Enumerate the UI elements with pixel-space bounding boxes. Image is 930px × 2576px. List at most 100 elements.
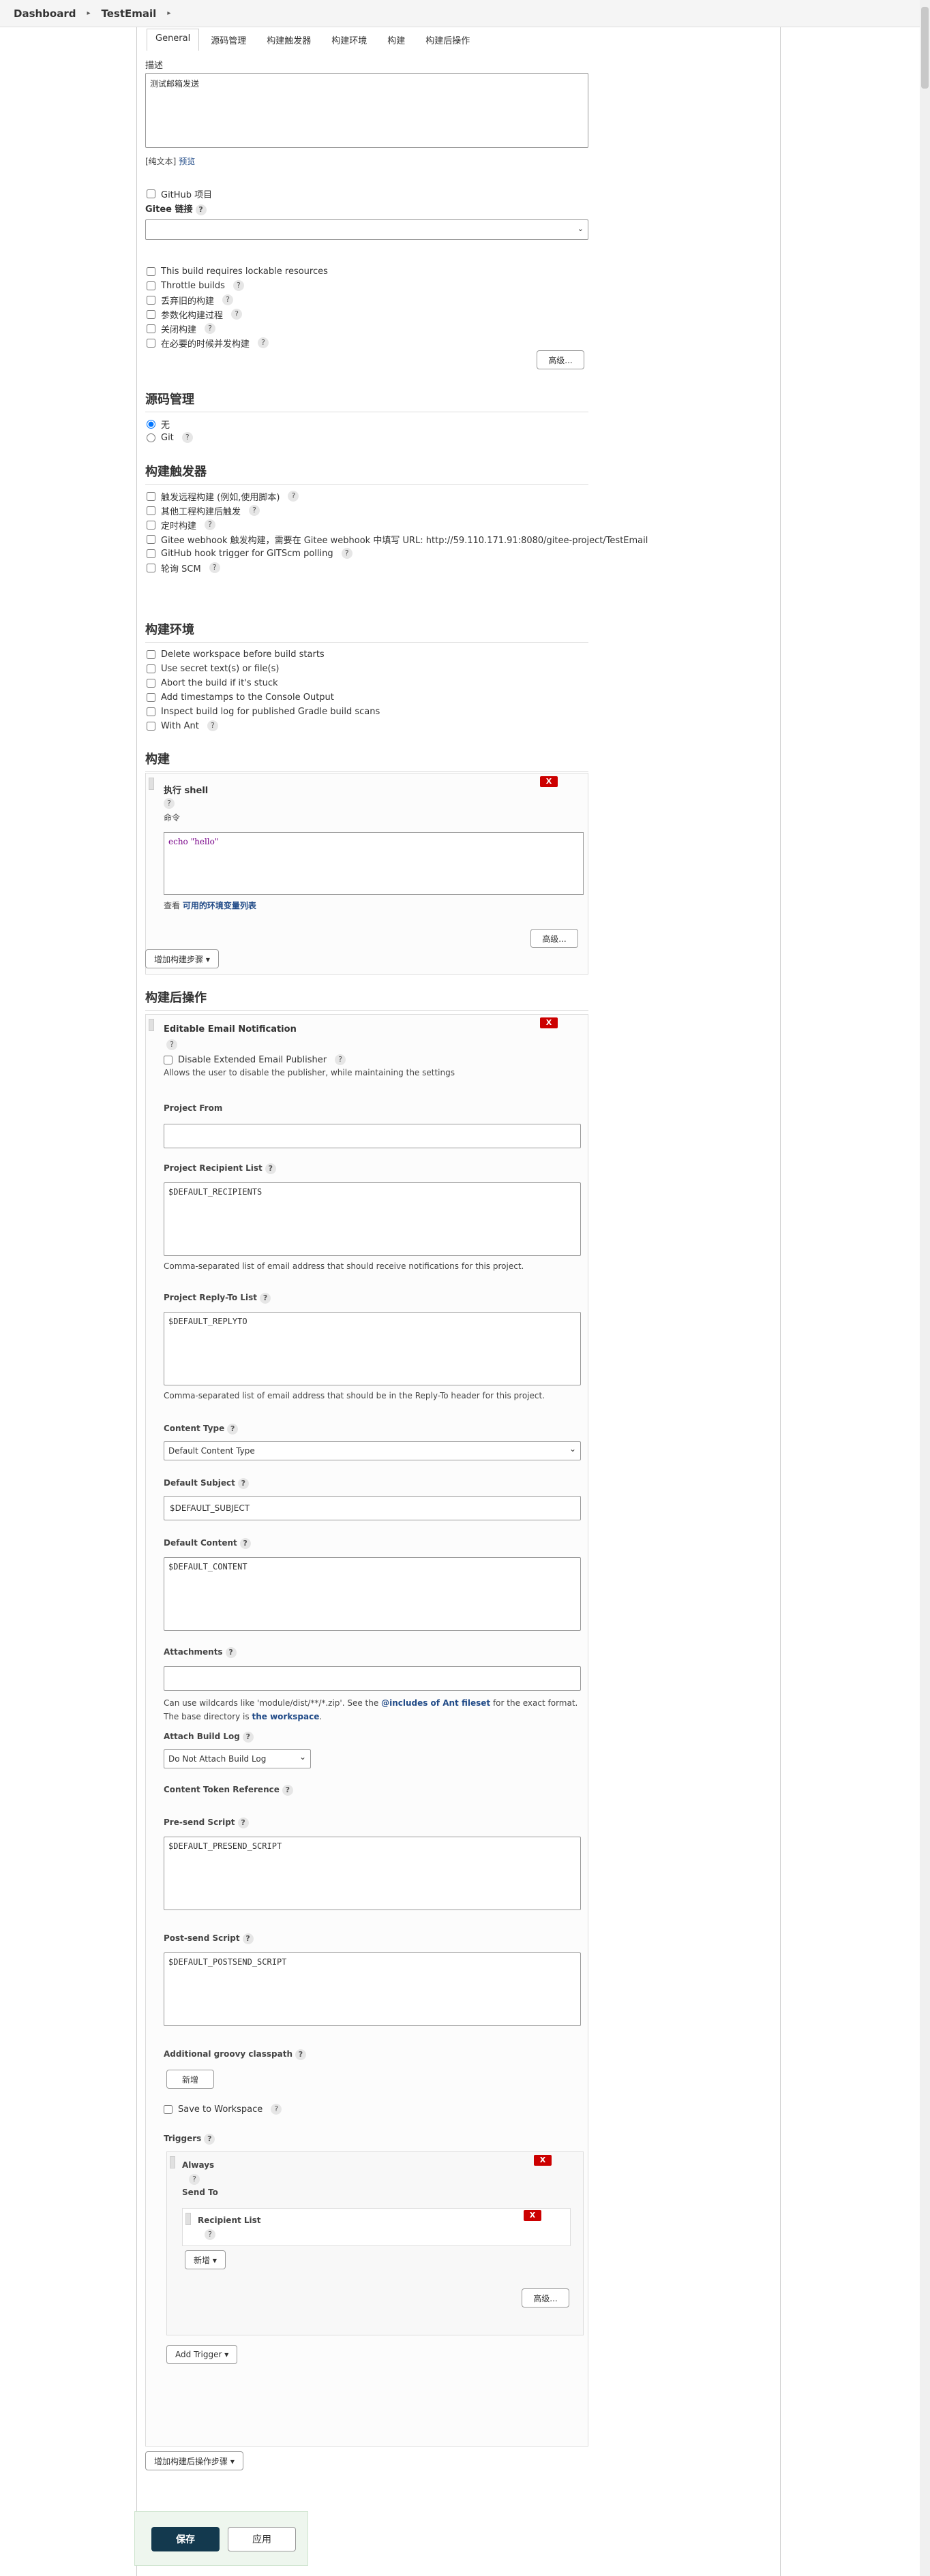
drag-handle[interactable] [185, 2213, 191, 2225]
add-post-step-button[interactable]: 增加构建后操作步骤 ▾ [145, 2451, 243, 2470]
help-icon[interactable]: ? [237, 1818, 249, 1828]
breadcrumb-chevron-icon[interactable]: ▸ [87, 10, 90, 17]
trigger-gitee-checkbox[interactable] [147, 534, 155, 544]
tab-scm[interactable]: 源码管理 [202, 29, 255, 51]
delete-step-button[interactable]: X [540, 776, 558, 787]
help-icon[interactable]: ? [265, 1163, 276, 1174]
drag-handle[interactable] [149, 778, 154, 790]
env-timestamps-checkbox[interactable] [147, 692, 155, 702]
trigger-scm-poll-checkbox[interactable] [147, 563, 155, 572]
help-icon[interactable]: ? [341, 548, 352, 559]
save-workspace-checkbox[interactable] [164, 2104, 172, 2114]
help-icon[interactable]: ? [282, 1785, 293, 1796]
parameterized-build-checkbox[interactable] [147, 309, 155, 319]
recipient-textarea[interactable]: $DEFAULT_RECIPIENTS [164, 1182, 581, 1256]
add-build-step-button[interactable]: 增加构建步骤 ▾ [145, 949, 219, 968]
scm-git-radio[interactable] [147, 433, 155, 442]
general-advanced-button[interactable]: 高级... [537, 350, 584, 369]
trigger-upstream-checkbox[interactable] [147, 506, 155, 515]
help-icon[interactable]: ? [242, 1732, 254, 1743]
tab-build[interactable]: 构建 [378, 29, 414, 51]
description-textarea[interactable]: 测试邮箱发送 [145, 73, 588, 148]
help-icon[interactable]: ? [205, 519, 216, 530]
help-icon[interactable]: ? [204, 2134, 215, 2145]
help-icon[interactable]: ? [205, 323, 216, 334]
presend-textarea[interactable]: $DEFAULT_PRESEND_SCRIPT [164, 1837, 581, 1910]
add-sendto-button[interactable]: 新增 ▾ [185, 2250, 226, 2269]
delete-trigger-button[interactable]: X [534, 2155, 552, 2166]
env-gradle-checkbox[interactable] [147, 707, 155, 716]
env-ant-checkbox[interactable] [147, 721, 155, 731]
tab-env[interactable]: 构建环境 [322, 29, 376, 51]
trigger-cron-checkbox[interactable] [147, 520, 155, 530]
attach-log-select[interactable]: Do Not Attach Build Log ⌄ [164, 1749, 311, 1768]
delete-post-step-button[interactable]: X [540, 1017, 558, 1028]
help-icon[interactable]: ? [242, 1933, 254, 1944]
env-vars-link[interactable]: 可用的环境变量列表 [183, 901, 256, 910]
trigger-remote-checkbox[interactable] [147, 491, 155, 501]
command-editor[interactable]: echo "hello" [164, 832, 584, 895]
ant-fileset-link[interactable]: @includes of Ant fileset [381, 1698, 490, 1708]
help-icon[interactable]: ? [231, 309, 243, 320]
build-advanced-button[interactable]: 高级... [530, 929, 578, 948]
scm-none-radio[interactable] [147, 419, 155, 429]
gitee-link-select[interactable]: ⌄ [145, 219, 588, 240]
env-secret-checkbox[interactable] [147, 664, 155, 673]
concurrent-build-checkbox[interactable] [147, 338, 155, 348]
help-icon[interactable]: ? [209, 562, 220, 573]
help-icon[interactable]: ? [189, 2174, 200, 2185]
workspace-link[interactable]: the workspace [252, 1712, 319, 1721]
help-icon[interactable]: ? [335, 1054, 346, 1065]
content-type-select[interactable]: Default Content Type ⌄ [164, 1441, 581, 1460]
breadcrumb-job[interactable]: TestEmail [102, 7, 157, 20]
help-icon[interactable]: ? [181, 432, 193, 443]
help-icon[interactable]: ? [271, 2104, 282, 2115]
trigger-github-checkbox[interactable] [147, 549, 155, 558]
lockable-resources-checkbox[interactable] [147, 266, 155, 276]
help-icon[interactable]: ? [225, 1647, 237, 1658]
help-icon[interactable]: ? [166, 1039, 177, 1050]
replyto-textarea[interactable]: $DEFAULT_REPLYTO [164, 1312, 581, 1385]
help-icon[interactable]: ? [260, 1293, 271, 1304]
scrollbar-thumb[interactable] [921, 7, 929, 89]
project-from-input[interactable] [164, 1124, 581, 1148]
help-icon[interactable]: ? [232, 280, 244, 291]
add-classpath-button[interactable]: 新增 [166, 2070, 214, 2089]
postsend-textarea[interactable]: $DEFAULT_POSTSEND_SCRIPT [164, 1952, 581, 2026]
tab-triggers[interactable]: 构建触发器 [258, 29, 320, 51]
help-icon[interactable]: ? [237, 1478, 249, 1489]
env-abort-stuck-checkbox[interactable] [147, 678, 155, 688]
drag-handle[interactable] [170, 2156, 175, 2168]
env-delete-ws-checkbox[interactable] [147, 649, 155, 659]
content-textarea[interactable]: $DEFAULT_CONTENT [164, 1557, 581, 1631]
trigger-advanced-button[interactable]: 高级... [522, 2288, 569, 2307]
attachments-input[interactable] [164, 1666, 581, 1691]
help-icon[interactable]: ? [207, 720, 218, 731]
help-icon[interactable]: ? [239, 1538, 251, 1549]
help-icon[interactable]: ? [164, 798, 175, 809]
tab-post-build[interactable]: 构建后操作 [417, 29, 479, 51]
help-icon[interactable]: ? [195, 204, 207, 215]
scrollbar[interactable] [920, 0, 930, 2576]
tab-general[interactable]: General [147, 29, 200, 51]
disable-ext-checkbox[interactable] [164, 1055, 172, 1064]
help-icon[interactable]: ? [258, 337, 269, 348]
help-icon[interactable]: ? [288, 491, 299, 502]
drag-handle[interactable] [149, 1019, 154, 1031]
breadcrumb-chevron-icon[interactable]: ▸ [167, 10, 170, 17]
delete-recipient-button[interactable]: X [524, 2210, 541, 2221]
preview-link[interactable]: 预览 [179, 157, 195, 166]
help-icon[interactable]: ? [205, 2229, 215, 2240]
subject-input[interactable]: $DEFAULT_SUBJECT [164, 1496, 581, 1520]
help-icon[interactable]: ? [249, 505, 260, 516]
save-button[interactable]: 保存 [151, 2527, 220, 2551]
breadcrumb-dashboard[interactable]: Dashboard [14, 7, 76, 20]
add-trigger-button[interactable]: Add Trigger ▾ [166, 2345, 238, 2364]
discard-old-builds-checkbox[interactable] [147, 295, 155, 305]
apply-button[interactable]: 应用 [228, 2527, 296, 2551]
github-project-checkbox[interactable] [147, 189, 155, 198]
help-icon[interactable]: ? [227, 1424, 239, 1435]
disable-build-checkbox[interactable] [147, 324, 155, 333]
throttle-builds-checkbox[interactable] [147, 281, 155, 290]
help-icon[interactable]: ? [295, 2049, 306, 2060]
